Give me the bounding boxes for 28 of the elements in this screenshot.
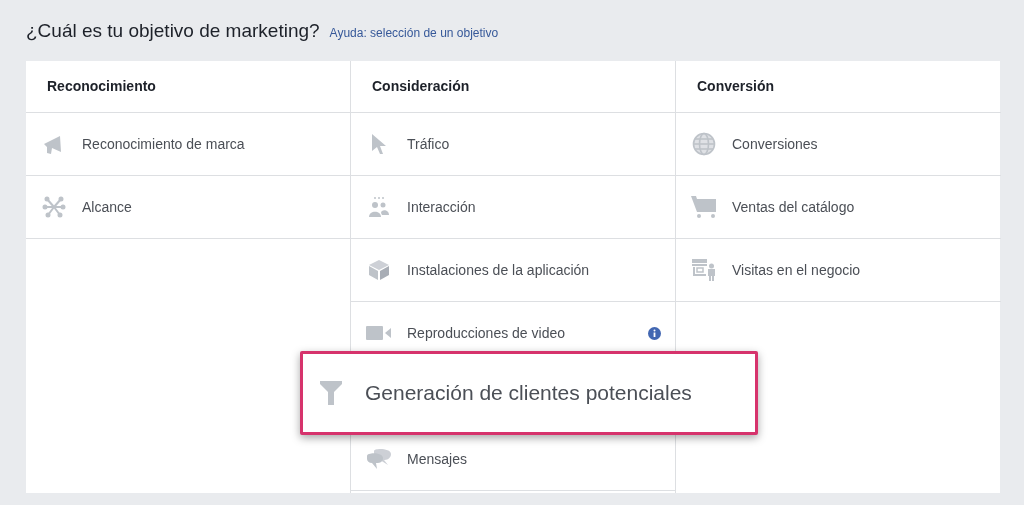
objective-option[interactable]: Conversiones [676, 128, 1001, 160]
objective-option[interactable]: Alcance [26, 191, 350, 223]
cube-icon [368, 259, 390, 281]
people-icon [368, 196, 390, 218]
column-heading: Consideración [372, 77, 470, 96]
network-icon [42, 195, 66, 219]
objective-option[interactable]: Tráfico [351, 128, 675, 160]
highlight-callout[interactable]: Generación de clientes potenciales [300, 351, 758, 435]
globe-icon [692, 132, 716, 156]
cursor-icon [371, 133, 387, 155]
objective-option[interactable]: Reconocimiento de marca [26, 128, 350, 160]
info-icon[interactable] [648, 326, 661, 340]
objective-label: Generación de clientes potenciales [365, 380, 692, 407]
storefront-icon [691, 258, 717, 282]
page-title: ¿Cuál es tu objetivo de marketing? [26, 19, 320, 43]
video-camera-icon [366, 325, 392, 341]
objective-option[interactable]: Mensajes [351, 443, 675, 475]
funnel-icon [319, 380, 343, 406]
help-link[interactable]: Ayuda: selección de un objetivo [329, 24, 499, 42]
objective-option[interactable]: Interacción [351, 191, 675, 223]
objective-option[interactable]: Instalaciones de la aplicación [351, 254, 675, 286]
objective-option[interactable]: Reproducciones de video [351, 317, 675, 349]
speech-bubbles-icon [366, 447, 392, 471]
objective-option[interactable]: Ventas del catálogo [676, 191, 1001, 223]
column-heading: Conversión [697, 77, 774, 96]
objective-option[interactable]: Visitas en el negocio [676, 254, 1001, 286]
shopping-cart-icon [691, 195, 717, 219]
column-heading: Reconocimiento [47, 77, 156, 96]
